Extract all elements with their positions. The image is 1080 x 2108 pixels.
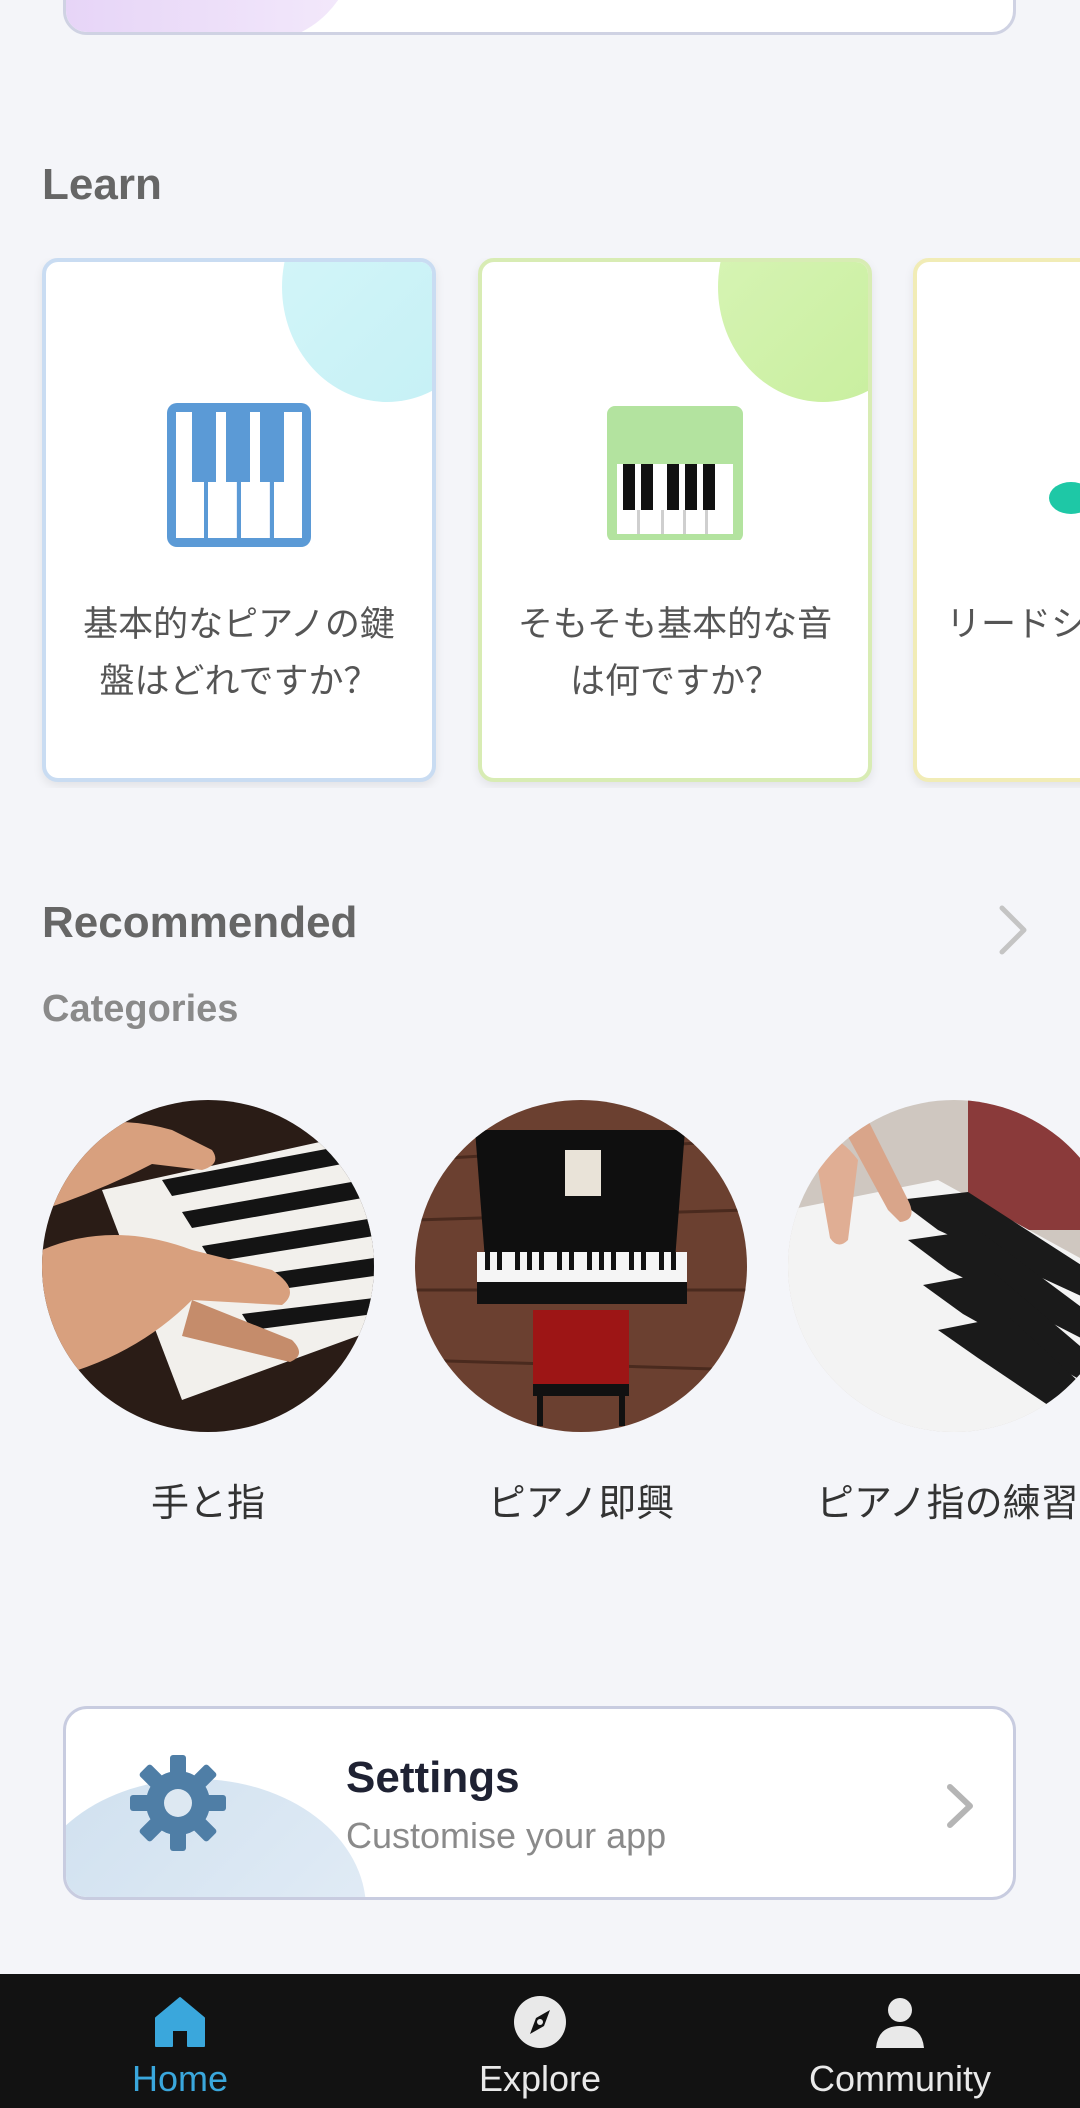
learn-section-title: Learn: [42, 160, 162, 209]
settings-title: Settings: [346, 1753, 520, 1802]
card-corner-decoration: [282, 262, 432, 402]
tab-label: Explore: [478, 2058, 602, 2099]
gear-icon: [130, 1755, 226, 1851]
keyboard-icon: [607, 406, 743, 540]
piano-keys-icon: [167, 403, 311, 547]
learn-card-lead-sheet[interactable]: リードシートの楽記号: [913, 258, 1080, 782]
learn-card-text: 基本的なピアノの鍵盤はどれですか？: [83, 605, 395, 702]
learn-card-text: リードシートの楽記号: [945, 605, 1080, 645]
learn-card-basic-notes[interactable]: そもそも基本的な音は何ですか？: [478, 258, 872, 782]
settings-card[interactable]: Settings Customise your app: [63, 1706, 1016, 1900]
tab-community[interactable]: Community: [720, 1974, 1080, 2108]
top-banner-card[interactable]: [63, 0, 1016, 35]
bottom-tab-bar: Home Explore Community: [0, 1974, 1080, 2108]
chevron-right-icon: [947, 1784, 973, 1828]
music-note-icon: [1049, 482, 1080, 514]
category-label: ピアノ指の練習: [816, 1481, 1079, 1525]
finger-on-keys-photo: [788, 1100, 1080, 1432]
category-item[interactable]: 手と指: [42, 1100, 374, 1527]
tab-label: Home: [131, 2058, 229, 2099]
category-item[interactable]: ピアノ指の練習: [788, 1100, 1080, 1527]
settings-subtitle: Customise your app: [346, 1815, 667, 1856]
learn-carousel[interactable]: 基本的なピアノの鍵盤はどれですか？ そもそも基本的な音は何ですか？ リード: [0, 258, 1080, 788]
category-item[interactable]: ピアノ即興: [415, 1100, 747, 1527]
home-icon: [155, 1997, 205, 2047]
categories-title: Categories: [42, 988, 239, 1030]
recommended-section-title: Recommended: [42, 898, 358, 947]
learn-card-piano-keys[interactable]: 基本的なピアノの鍵盤はどれですか？: [42, 258, 436, 782]
learn-card-text: そもそも基本的な音は何ですか？: [517, 605, 833, 702]
compass-icon: [514, 1996, 566, 2048]
category-label: 手と指: [150, 1481, 265, 1525]
hands-on-piano-photo: [42, 1100, 374, 1432]
tab-explore[interactable]: Explore: [360, 1974, 720, 2108]
grand-piano-photo: [415, 1100, 747, 1432]
card-corner-decoration: [718, 262, 868, 402]
tab-home[interactable]: Home: [0, 1974, 360, 2108]
categories-carousel[interactable]: 手と指 ピアノ即興 ピアノ指の練習: [0, 1100, 1080, 1540]
tab-label: Community: [808, 2058, 992, 2099]
category-label: ピアノ即興: [487, 1481, 675, 1525]
person-icon: [876, 1998, 924, 2048]
chevron-right-icon[interactable]: [988, 902, 1036, 958]
banner-decoration: [66, 0, 356, 32]
